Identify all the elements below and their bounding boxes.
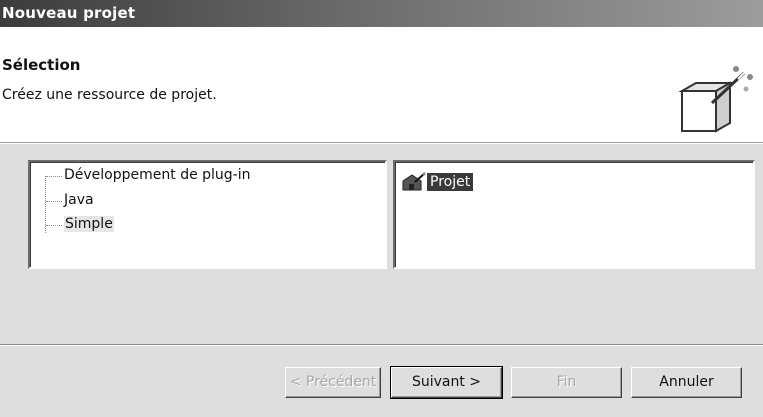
window-title-bar[interactable]: Nouveau projet: [0, 0, 763, 27]
tree-item-label: Développement de plug-in: [64, 167, 251, 183]
tree-connector: [46, 201, 62, 202]
project-folder-icon: [402, 172, 426, 191]
tree-connector: [46, 225, 62, 226]
page-description: Créez une ressource de projet.: [2, 87, 217, 103]
tree-item-label: Java: [64, 192, 94, 208]
tree-item-plugin-development[interactable]: Développement de plug-in: [64, 165, 251, 185]
tree-item-label: Simple: [64, 216, 114, 232]
new-project-dialog: Nouveau projet Sélection Créez une resso…: [0, 0, 763, 417]
back-button[interactable]: < Précédent: [285, 367, 381, 398]
wizard-category-tree[interactable]: Développement de plug-in Java Simple: [28, 160, 387, 269]
tree-item-java[interactable]: Java: [64, 190, 94, 210]
list-item-project[interactable]: Projet: [401, 171, 474, 193]
tree-connector: [46, 176, 62, 177]
wizard-list[interactable]: Projet: [393, 160, 755, 269]
tree-item-simple[interactable]: Simple: [64, 214, 114, 234]
new-project-wizard-icon: [678, 66, 753, 133]
button-bar: < Précédent Suivant > Fin Annuler: [0, 346, 763, 417]
next-button[interactable]: Suivant >: [390, 366, 503, 399]
finish-button[interactable]: Fin: [511, 367, 622, 398]
window-title: Nouveau projet: [2, 4, 136, 22]
wizard-header: Sélection Créez une ressource de projet.: [0, 27, 763, 143]
cancel-button[interactable]: Annuler: [631, 367, 742, 398]
list-item-label: Projet: [427, 173, 474, 191]
page-title: Sélection: [2, 56, 81, 74]
